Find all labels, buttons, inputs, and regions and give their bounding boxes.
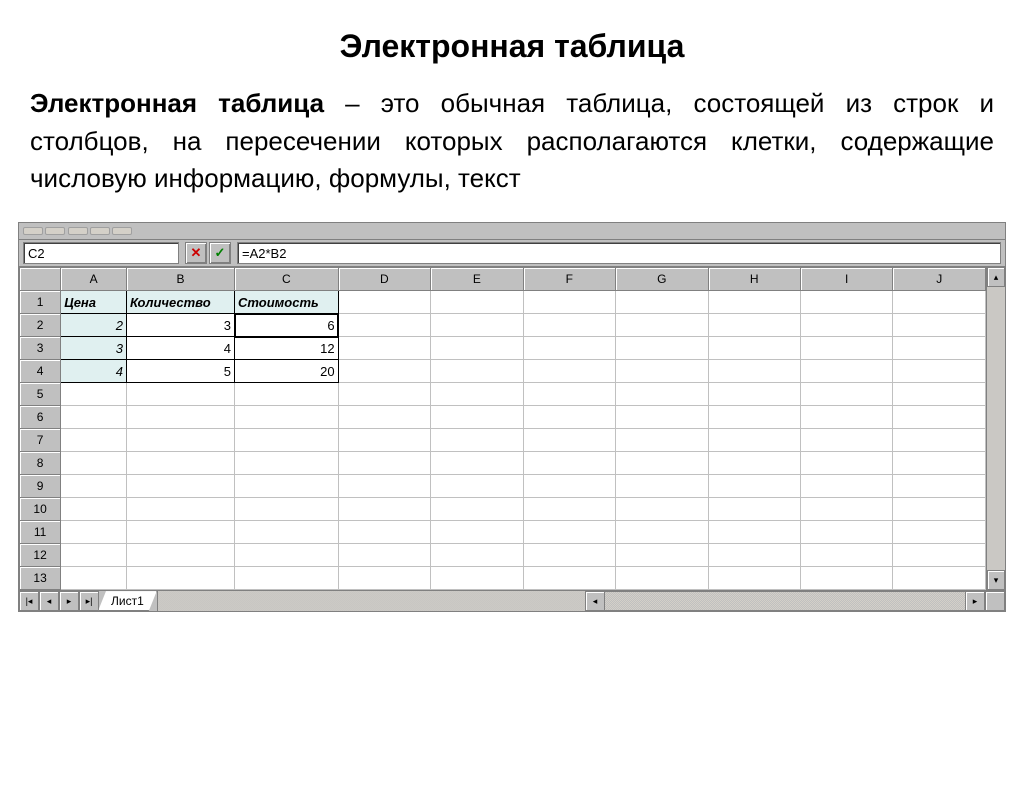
cell-C4[interactable]: 20: [235, 360, 339, 383]
row-header-8[interactable]: 8: [20, 452, 61, 475]
nav-first-button[interactable]: |◂: [19, 591, 39, 611]
grid-area: A B C D E F G H I J 1 Цена Количество Ст…: [19, 267, 1005, 590]
scroll-down-icon[interactable]: ▾: [987, 570, 1005, 590]
cell-A3[interactable]: 3: [61, 337, 127, 360]
cell-G3[interactable]: [616, 337, 708, 360]
scroll-left-icon[interactable]: ◂: [585, 591, 605, 611]
bottom-bar: |◂ ◂ ▸ ▸| Лист1 ◂ ▸: [19, 590, 1005, 611]
cell-J2[interactable]: [893, 314, 986, 337]
cell-G1[interactable]: [616, 291, 708, 314]
scroll-corner: [985, 591, 1005, 611]
cell-C3[interactable]: 12: [235, 337, 339, 360]
scroll-right-icon[interactable]: ▸: [965, 591, 985, 611]
spreadsheet-grid[interactable]: A B C D E F G H I J 1 Цена Количество Ст…: [19, 267, 986, 590]
select-all-corner[interactable]: [20, 268, 61, 291]
sheet-tab[interactable]: Лист1: [98, 591, 157, 611]
hscroll-track[interactable]: [605, 591, 965, 611]
cell-A4[interactable]: 4: [61, 360, 127, 383]
cell-H1[interactable]: [708, 291, 800, 314]
cell-D2[interactable]: [338, 314, 430, 337]
vscroll-track[interactable]: [987, 287, 1005, 570]
cell-F2[interactable]: [523, 314, 615, 337]
cell-B2[interactable]: 3: [126, 314, 234, 337]
vertical-scrollbar[interactable]: ▴ ▾: [986, 267, 1005, 590]
cell-F4[interactable]: [523, 360, 615, 383]
row-header-7[interactable]: 7: [20, 429, 61, 452]
row-header-1[interactable]: 1: [20, 291, 61, 314]
scroll-up-icon[interactable]: ▴: [987, 267, 1005, 287]
cell-C2[interactable]: 6: [235, 314, 339, 337]
nav-next-button[interactable]: ▸: [59, 591, 79, 611]
cell-B4[interactable]: 5: [126, 360, 234, 383]
cell-H2[interactable]: [708, 314, 800, 337]
cell-H3[interactable]: [708, 337, 800, 360]
cell-E2[interactable]: [431, 314, 523, 337]
col-header-C[interactable]: C: [235, 268, 339, 291]
row-header-12[interactable]: 12: [20, 544, 61, 567]
cell-D1[interactable]: [338, 291, 430, 314]
row-header-13[interactable]: 13: [20, 567, 61, 590]
col-header-D[interactable]: D: [338, 268, 430, 291]
col-header-J[interactable]: J: [893, 268, 986, 291]
row-header-9[interactable]: 9: [20, 475, 61, 498]
nav-last-button[interactable]: ▸|: [79, 591, 99, 611]
cell-F1[interactable]: [523, 291, 615, 314]
row-header-3[interactable]: 3: [20, 337, 61, 360]
col-header-I[interactable]: I: [800, 268, 892, 291]
cell-B1[interactable]: Количество: [126, 291, 234, 314]
cell-J1[interactable]: [893, 291, 986, 314]
accept-button[interactable]: ✓: [209, 242, 231, 264]
cell-G2[interactable]: [616, 314, 708, 337]
cell-D3[interactable]: [338, 337, 430, 360]
name-box[interactable]: C2: [23, 242, 179, 264]
row-header-6[interactable]: 6: [20, 406, 61, 429]
nav-prev-button[interactable]: ◂: [39, 591, 59, 611]
cell-I1[interactable]: [800, 291, 892, 314]
cell-I3[interactable]: [800, 337, 892, 360]
spreadsheet-window: C2 ✕ ✓ =A2*B2 A B C D E F G H I J: [18, 222, 1006, 612]
col-header-F[interactable]: F: [523, 268, 615, 291]
row-header-4[interactable]: 4: [20, 360, 61, 383]
cell-I2[interactable]: [800, 314, 892, 337]
col-header-H[interactable]: H: [708, 268, 800, 291]
cell-A1[interactable]: Цена: [61, 291, 127, 314]
col-header-G[interactable]: G: [616, 268, 708, 291]
cell-I4[interactable]: [800, 360, 892, 383]
cell-C1[interactable]: Стоимость: [235, 291, 339, 314]
sheet-nav: |◂ ◂ ▸ ▸|: [19, 591, 99, 611]
cell-D4[interactable]: [338, 360, 430, 383]
col-header-A[interactable]: A: [61, 268, 127, 291]
page-title: Электронная таблица: [0, 28, 1024, 65]
cell-E4[interactable]: [431, 360, 523, 383]
row-header-10[interactable]: 10: [20, 498, 61, 521]
tab-track: [157, 591, 585, 611]
description-bold: Электронная таблица: [30, 88, 324, 118]
horizontal-scrollbar[interactable]: ◂ ▸: [585, 591, 1005, 611]
cell-H4[interactable]: [708, 360, 800, 383]
cell-E1[interactable]: [431, 291, 523, 314]
toolbar: [19, 223, 1005, 240]
cell-J4[interactable]: [893, 360, 986, 383]
cell-E3[interactable]: [431, 337, 523, 360]
description-text: Электронная таблица – это обычная таблиц…: [30, 85, 994, 198]
formula-bar: C2 ✕ ✓ =A2*B2: [19, 240, 1005, 267]
cancel-button[interactable]: ✕: [185, 242, 207, 264]
cell-J3[interactable]: [893, 337, 986, 360]
col-header-B[interactable]: B: [126, 268, 234, 291]
cell-G4[interactable]: [616, 360, 708, 383]
cell-A2[interactable]: 2: [61, 314, 127, 337]
row-header-5[interactable]: 5: [20, 383, 61, 406]
formula-input[interactable]: =A2*B2: [237, 242, 1001, 264]
row-header-11[interactable]: 11: [20, 521, 61, 544]
row-header-2[interactable]: 2: [20, 314, 61, 337]
col-header-E[interactable]: E: [431, 268, 523, 291]
cell-F3[interactable]: [523, 337, 615, 360]
cell-B3[interactable]: 4: [126, 337, 234, 360]
